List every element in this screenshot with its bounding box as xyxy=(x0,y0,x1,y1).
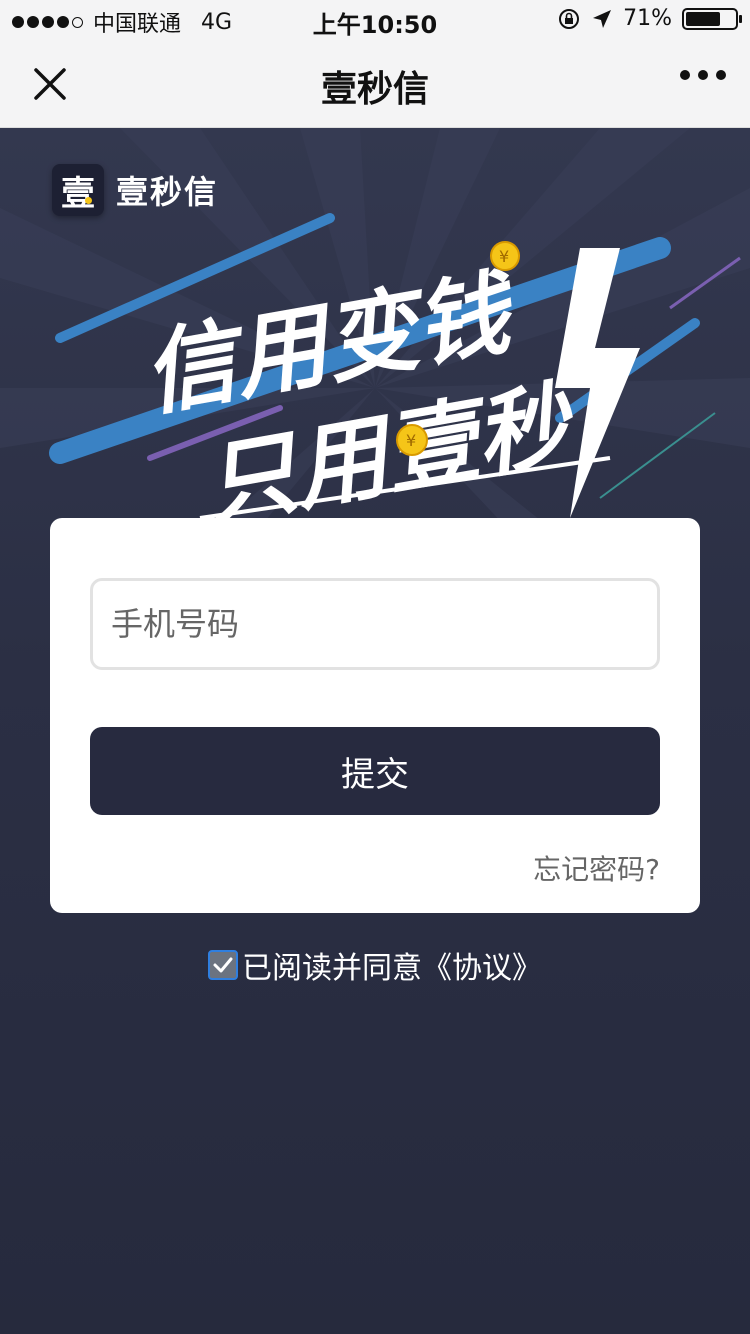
agreement-checkbox[interactable] xyxy=(208,950,238,980)
location-arrow-icon xyxy=(593,9,612,28)
battery-percent: 71% xyxy=(623,6,672,31)
main-content: 壹 壹秒信 信用变钱 只用壹秒 ¥ ¥ 提交 忘记密码? 已阅读并同意《协议》 xyxy=(0,128,750,1334)
carrier-name: 中国联通 xyxy=(93,12,182,37)
agreement-text[interactable]: 已阅读并同意《协议》 xyxy=(242,943,542,987)
agreement-row: 已阅读并同意《协议》 xyxy=(0,943,750,987)
close-icon[interactable] xyxy=(28,62,72,106)
status-left: 中国联通 4G xyxy=(12,6,232,38)
status-right: 71% xyxy=(557,6,742,31)
network-type: 4G xyxy=(201,9,233,35)
logo-badge: 壹 xyxy=(52,164,104,216)
submit-button[interactable]: 提交 xyxy=(90,727,660,815)
coin-icon: ¥ xyxy=(396,424,428,456)
login-card: 提交 忘记密码? xyxy=(50,518,700,913)
forgot-password-link[interactable]: 忘记密码? xyxy=(533,848,660,888)
phone-number-input[interactable] xyxy=(90,578,660,670)
rotation-lock-icon xyxy=(559,8,580,29)
brand-logo: 壹 壹秒信 xyxy=(52,164,218,216)
navigation-bar: 壹秒信 xyxy=(0,40,750,128)
more-icon[interactable] xyxy=(680,70,726,80)
status-bar: 中国联通 4G 上午10:50 71% xyxy=(0,0,750,40)
svg-text:¥: ¥ xyxy=(499,247,509,266)
svg-text:¥: ¥ xyxy=(406,431,416,450)
logo-text: 壹秒信 xyxy=(116,173,219,211)
slogan-banner: 信用变钱 只用壹秒 ¥ ¥ xyxy=(135,241,640,538)
battery-icon xyxy=(682,7,742,30)
signal-icon xyxy=(12,16,83,28)
page-title: 壹秒信 xyxy=(320,69,429,110)
check-icon xyxy=(213,957,233,973)
coin-icon: ¥ xyxy=(490,241,520,271)
